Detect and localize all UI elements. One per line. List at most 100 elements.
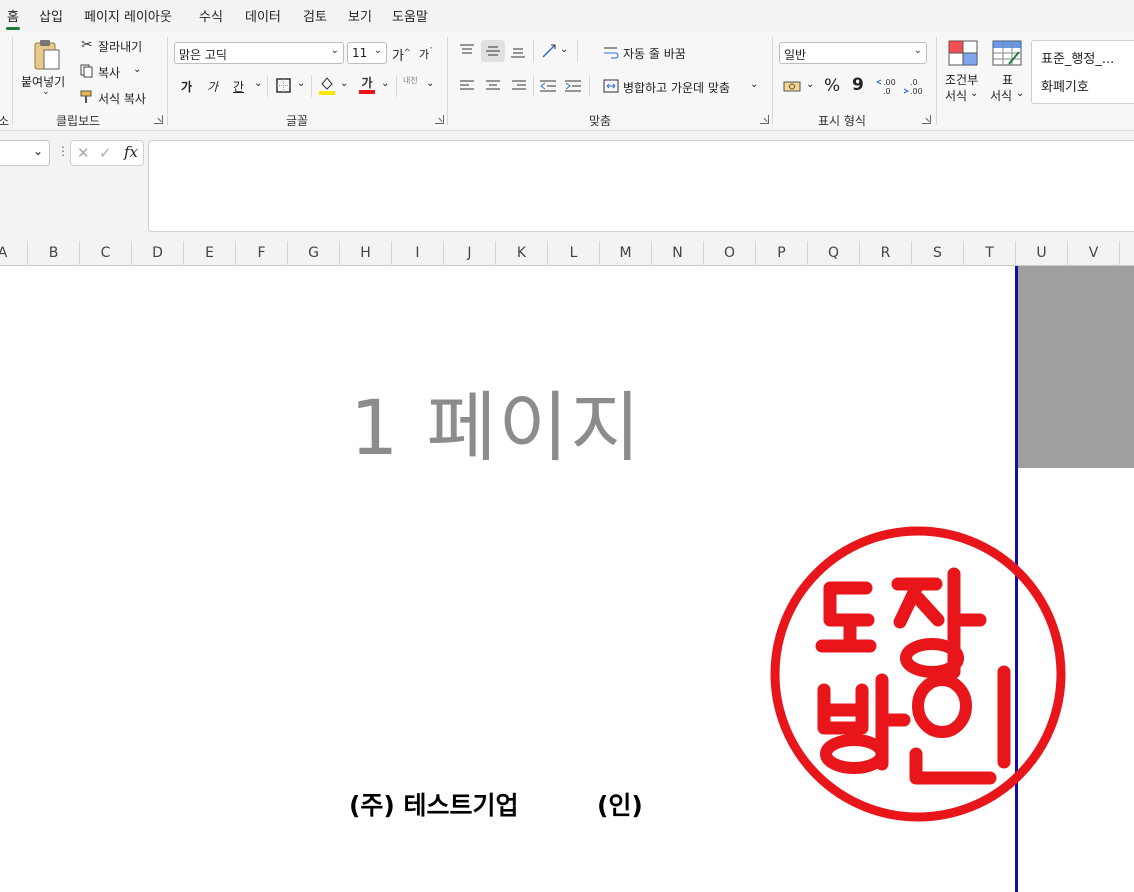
align-middle-icon[interactable]: [481, 40, 505, 62]
column-header-u[interactable]: U: [1016, 241, 1068, 266]
cancel-icon[interactable]: ✕: [77, 144, 90, 162]
enter-icon[interactable]: ✓: [99, 144, 112, 162]
font-size-select[interactable]: 11 ⌄: [347, 42, 387, 64]
tab-home[interactable]: 홈: [6, 6, 20, 30]
orientation-dropdown-chevron-icon[interactable]: ⌄: [560, 44, 568, 55]
increase-decimal-icon[interactable]: .00.0: [876, 76, 898, 96]
column-header-n[interactable]: N: [652, 241, 704, 266]
column-header-i[interactable]: I: [392, 241, 444, 266]
number-format-select[interactable]: 일반 ⌄: [779, 42, 927, 64]
border-dropdown-chevron-icon[interactable]: ⌄: [297, 78, 305, 89]
align-right-icon[interactable]: [510, 77, 528, 95]
cut-button[interactable]: 잘라내기: [98, 38, 142, 55]
column-header-j[interactable]: J: [444, 241, 496, 266]
tab-data[interactable]: 데이터: [245, 6, 281, 25]
font-color-dropdown-chevron-icon[interactable]: ⌄: [381, 78, 389, 89]
conditional-formatting-line2[interactable]: 서식: [945, 87, 967, 104]
column-header-d[interactable]: D: [132, 241, 184, 266]
column-header-b[interactable]: B: [28, 241, 80, 266]
border-icon[interactable]: [275, 77, 291, 93]
column-header-k[interactable]: K: [496, 241, 548, 266]
column-header-o[interactable]: O: [704, 241, 756, 266]
decrease-decimal-icon[interactable]: .0.00: [903, 76, 925, 96]
shrink-font-button[interactable]: 가ˇ: [419, 46, 433, 62]
bold-button[interactable]: 가: [181, 78, 192, 95]
font-launcher-icon[interactable]: [435, 115, 444, 124]
copy-button[interactable]: 복사: [98, 64, 120, 81]
merge-dropdown-chevron-icon[interactable]: ⌄: [750, 79, 758, 90]
column-header-v[interactable]: V: [1068, 241, 1120, 266]
align-top-icon[interactable]: [458, 41, 476, 59]
table-dropdown-chevron-icon[interactable]: ⌄: [1016, 88, 1024, 99]
phonetic-button[interactable]: 내천: [403, 75, 418, 86]
font-name-select[interactable]: 맑은 고딕 ⌄: [174, 42, 344, 64]
conditional-formatting-line1[interactable]: 조건부: [945, 71, 978, 88]
formula-input[interactable]: [148, 140, 1134, 232]
orientation-icon[interactable]: [540, 42, 558, 60]
tab-help[interactable]: 도움말: [392, 6, 428, 25]
phonetic-dropdown-chevron-icon[interactable]: ⌄: [426, 78, 434, 89]
column-header-a[interactable]: A: [0, 241, 28, 266]
column-header-e[interactable]: E: [184, 241, 236, 266]
paste-icon[interactable]: [30, 37, 64, 73]
grow-font-button[interactable]: 가^: [392, 45, 411, 64]
merge-center-icon[interactable]: [602, 77, 620, 95]
format-painter-icon[interactable]: [79, 89, 95, 105]
column-header-q[interactable]: Q: [808, 241, 860, 266]
align-bottom-icon[interactable]: [509, 43, 527, 61]
fill-color-dropdown-chevron-icon[interactable]: ⌄: [340, 78, 348, 89]
number-launcher-icon[interactable]: [922, 115, 931, 124]
tab-insert[interactable]: 삽입: [39, 6, 63, 25]
column-header-s[interactable]: S: [912, 241, 964, 266]
accounting-format-icon[interactable]: [782, 78, 802, 94]
cell-style-standard[interactable]: 표준_행정_...: [1041, 48, 1114, 67]
copy-icon[interactable]: [79, 63, 95, 79]
worksheet-grid[interactable]: 1 페이지 (주) 테스트기업 (인): [0, 266, 1134, 892]
column-header-r[interactable]: R: [860, 241, 912, 266]
accounting-dropdown-chevron-icon[interactable]: ⌄: [806, 79, 814, 90]
cell-style-currency[interactable]: 화폐기호: [1041, 76, 1089, 95]
tab-formulas[interactable]: 수식: [199, 6, 223, 25]
conditional-dropdown-chevron-icon[interactable]: ⌄: [970, 88, 978, 99]
column-header-c[interactable]: C: [80, 241, 132, 266]
column-header-f[interactable]: F: [236, 241, 288, 266]
column-header-g[interactable]: G: [288, 241, 340, 266]
column-header-h[interactable]: H: [340, 241, 392, 266]
clipboard-launcher-icon[interactable]: [154, 115, 163, 124]
format-as-table-line2[interactable]: 서식: [990, 87, 1012, 104]
merge-center-button[interactable]: 병합하고 가운데 맞춤: [623, 79, 730, 96]
scissors-icon[interactable]: ✂: [79, 37, 95, 53]
percent-button[interactable]: %: [824, 76, 840, 96]
fill-color-icon[interactable]: [318, 75, 336, 95]
column-header-m[interactable]: M: [600, 241, 652, 266]
align-left-icon[interactable]: [458, 77, 476, 95]
company-seal-stamp[interactable]: [766, 522, 1070, 826]
wrap-text-button[interactable]: 자동 줄 바꿈: [623, 45, 686, 62]
copy-dropdown-chevron-icon[interactable]: ⌄: [133, 64, 141, 75]
name-box[interactable]: ⌄: [0, 140, 50, 166]
underline-button[interactable]: 간: [233, 78, 244, 95]
italic-button[interactable]: 가: [207, 78, 218, 95]
alignment-launcher-icon[interactable]: [760, 115, 769, 124]
wrap-text-icon[interactable]: [602, 43, 620, 61]
comma-style-button[interactable]: 9: [852, 75, 864, 95]
paste-dropdown-chevron-icon[interactable]: ⌄: [42, 87, 50, 97]
insert-function-button[interactable]: fx: [124, 143, 138, 161]
column-header-t[interactable]: T: [964, 241, 1016, 266]
clipboard-group-label: 클립보드: [56, 114, 101, 128]
decrease-indent-icon[interactable]: [539, 77, 557, 95]
format-painter-button[interactable]: 서식 복사: [98, 90, 146, 107]
font-color-icon[interactable]: 가: [358, 75, 376, 95]
column-header-l[interactable]: L: [548, 241, 600, 266]
underline-dropdown-chevron-icon[interactable]: ⌄: [254, 78, 262, 89]
increase-indent-icon[interactable]: [564, 77, 582, 95]
conditional-formatting-icon[interactable]: [948, 40, 978, 66]
column-header-p[interactable]: P: [756, 241, 808, 266]
font-color-glyph: 가: [361, 76, 373, 90]
tab-view[interactable]: 보기: [348, 6, 372, 25]
tab-page-layout[interactable]: 페이지 레이아웃: [84, 6, 172, 25]
tab-review[interactable]: 검토: [303, 6, 327, 25]
format-as-table-line1[interactable]: 표: [1002, 71, 1013, 88]
align-center-icon[interactable]: [484, 77, 502, 95]
format-as-table-icon[interactable]: [992, 40, 1022, 66]
